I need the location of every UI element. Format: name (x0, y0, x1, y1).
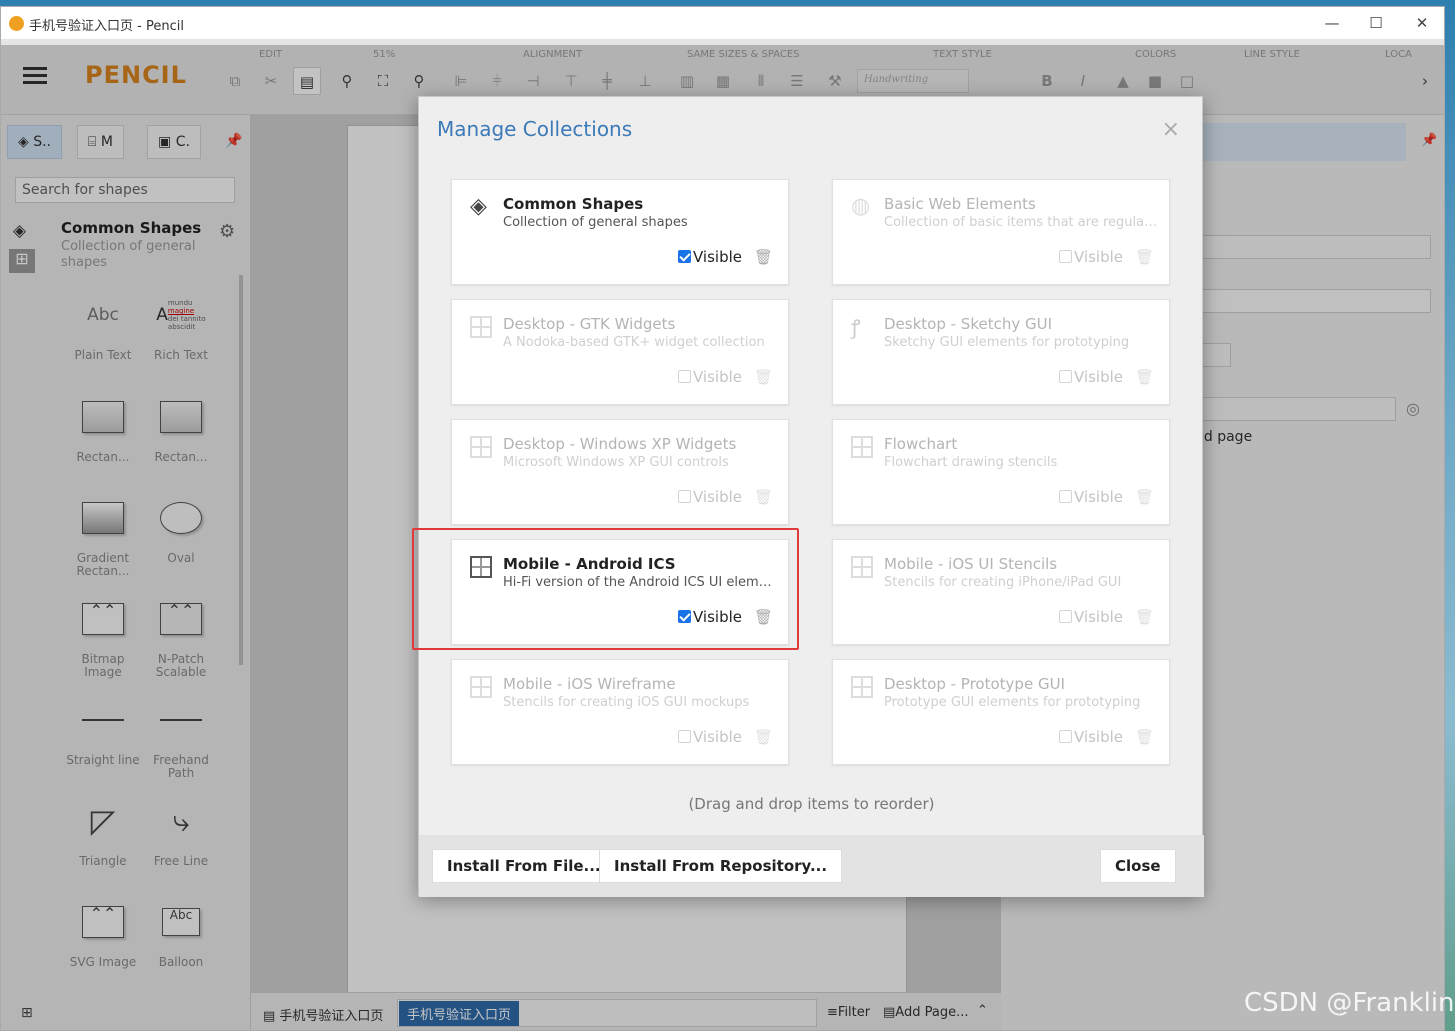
checkbox[interactable] (1059, 250, 1072, 263)
maximize-button[interactable]: ☐ (1363, 11, 1389, 35)
visible-checkbox[interactable]: Visible (1059, 608, 1123, 626)
grid-icon (470, 676, 492, 698)
visible-checkbox[interactable]: Visible (678, 488, 742, 506)
collection-name: Basic Web Elements (884, 195, 1036, 213)
visible-checkbox[interactable]: Visible (1059, 488, 1123, 506)
trash-icon[interactable]: 🗑 (1135, 368, 1154, 386)
trash-icon[interactable]: 🗑 (1135, 248, 1154, 266)
collection-card[interactable]: Mobile - iOS UI Stencils Stencils for cre… (832, 539, 1170, 645)
visible-label: Visible (693, 248, 742, 266)
visible-checkbox[interactable]: Visible (1059, 728, 1123, 746)
collection-card[interactable]: ◈ Common Shapes Collection of general shap… (451, 179, 789, 285)
collection-name: Mobile - iOS UI Stencils (884, 555, 1058, 573)
collection-name: Common Shapes (503, 195, 644, 213)
collection-description: Collection of basic items that are regul… (884, 215, 1159, 230)
grid-icon (470, 436, 492, 458)
checkbox[interactable] (1059, 730, 1072, 743)
globe-icon: ◍ (851, 194, 871, 219)
collection-card[interactable]: ◍ Basic Web Elements Collection of basic i… (832, 179, 1170, 285)
visible-label: Visible (1074, 608, 1123, 626)
collection-name: Desktop - Windows XP Widgets (503, 435, 737, 453)
checkbox[interactable] (1059, 610, 1072, 623)
visible-label: Visible (1074, 488, 1123, 506)
collection-description: Collection of general shapes (503, 215, 688, 230)
grid-icon (851, 556, 873, 578)
close-button[interactable]: Close (1100, 849, 1176, 883)
checkbox[interactable] (1059, 490, 1072, 503)
visible-checkbox[interactable]: Visible (678, 248, 742, 266)
trash-icon[interactable]: 🗑 (1135, 728, 1154, 746)
collection-description: Prototype GUI elements for prototyping (884, 695, 1141, 710)
visible-checkbox[interactable]: Visible (678, 728, 742, 746)
watermark: CSDN @Franklin (1244, 988, 1455, 1018)
minimize-button[interactable]: — (1319, 11, 1345, 35)
visible-checkbox[interactable]: Visible (678, 368, 742, 386)
layers-icon: ◈ (470, 194, 487, 219)
checkbox[interactable] (1059, 370, 1072, 383)
reorder-hint: (Drag and drop items to reorder) (688, 795, 935, 813)
visible-label: Visible (693, 488, 742, 506)
checkbox[interactable] (678, 730, 691, 743)
close-icon[interactable]: × (1162, 117, 1180, 142)
grid-icon (851, 676, 873, 698)
collection-description: Flowchart drawing stencils (884, 455, 1058, 470)
highlight-annotation (412, 528, 799, 650)
collection-card[interactable]: Mobile - iOS Wireframe Stencils for creat… (451, 659, 789, 765)
collection-card[interactable]: Desktop - Windows XP Widgets Microsoft Wi… (451, 419, 789, 525)
manage-collections-dialog: Manage Collections × ◈ Common Shapes Colle… (418, 96, 1204, 897)
trash-icon[interactable]: 🗑 (754, 488, 773, 506)
visible-checkbox[interactable]: Visible (1059, 368, 1123, 386)
collection-card[interactable]: ꝭ Desktop - Sketchy GUI Sketchy GUI elemen… (832, 299, 1170, 405)
checkbox[interactable] (678, 490, 691, 503)
trash-icon[interactable]: 🗑 (1135, 608, 1154, 626)
close-window-button[interactable]: ✕ (1409, 11, 1435, 35)
collection-description: Stencils for creating iOS GUI mockups (503, 695, 750, 710)
collection-card[interactable]: Desktop - GTK Widgets A Nodoka-based GTK+… (451, 299, 789, 405)
collection-name: Desktop - Sketchy GUI (884, 315, 1053, 333)
collection-name: Desktop - Prototype GUI (884, 675, 1065, 693)
trash-icon[interactable]: 🗑 (754, 368, 773, 386)
grid-icon (851, 436, 873, 458)
grid-icon (470, 316, 492, 338)
visible-checkbox[interactable]: Visible (1059, 248, 1123, 266)
visible-label: Visible (693, 728, 742, 746)
squiggle-icon: ꝭ (851, 315, 861, 339)
collection-description: A Nodoka-based GTK+ widget collection (503, 335, 765, 350)
app-icon (9, 16, 24, 31)
dialog-title: Manage Collections (437, 117, 633, 141)
collection-card[interactable]: Desktop - Prototype GUI Prototype GUI ele… (832, 659, 1170, 765)
window-title: 手机号验证入口页 - Pencil (29, 19, 184, 34)
title-bar: 手机号验证入口页 - Pencil — ☐ ✕ (1, 7, 1444, 39)
install-from-repository-button[interactable]: Install From Repository... (599, 849, 843, 883)
dialog-footer: Install From File... Install From Reposi… (419, 835, 1204, 897)
collection-description: Sketchy GUI elements for prototyping (884, 335, 1130, 350)
visible-label: Visible (1074, 248, 1123, 266)
checkbox[interactable] (678, 370, 691, 383)
collection-description: Stencils for creating iPhone/iPad GUI (884, 575, 1122, 590)
checkbox[interactable] (678, 250, 691, 263)
trash-icon[interactable]: 🗑 (1135, 488, 1154, 506)
trash-icon[interactable]: 🗑 (754, 248, 773, 266)
collection-name: Desktop - GTK Widgets (503, 315, 676, 333)
trash-icon[interactable]: 🗑 (754, 728, 773, 746)
visible-label: Visible (693, 368, 742, 386)
collection-name: Mobile - iOS Wireframe (503, 675, 676, 693)
collection-name: Flowchart (884, 435, 958, 453)
visible-label: Visible (1074, 728, 1123, 746)
visible-label: Visible (1074, 368, 1123, 386)
collection-description: Microsoft Windows XP GUI controls (503, 455, 729, 470)
collection-card[interactable]: Flowchart Flowchart drawing stencils Visib… (832, 419, 1170, 525)
install-from-file-button[interactable]: Install From File... (432, 849, 616, 883)
